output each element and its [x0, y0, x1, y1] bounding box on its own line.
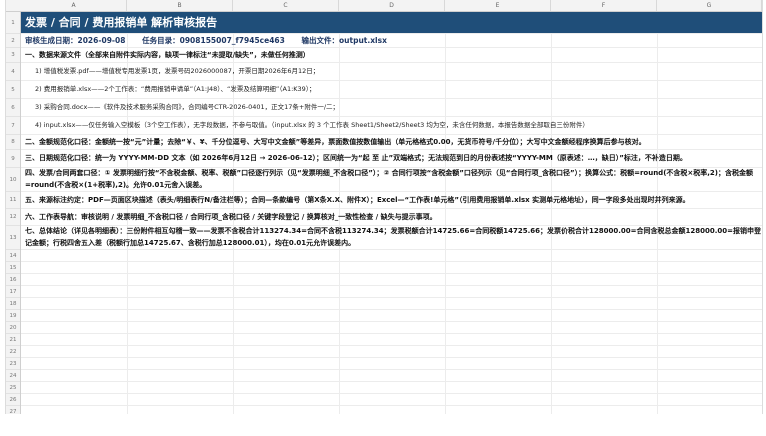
row-number[interactable]: 5	[6, 81, 20, 99]
column-header-d[interactable]: D	[339, 0, 445, 11]
section-7-conclusion[interactable]: 七、总体结论（详见各明细表）：三份附件相互勾稽一致——发票不含税合计113274…	[21, 226, 762, 249]
audit-date: 审核生成日期：2026-09-08	[25, 36, 126, 45]
row-number[interactable]: 4	[6, 63, 20, 81]
column-header-a[interactable]: A	[21, 0, 127, 11]
section-1-item-3[interactable]: 3) 采购合同.docx——《软件及技术服务采购合同》，合同编号CTR-2026…	[21, 99, 762, 116]
row-number[interactable]: 9	[6, 150, 20, 168]
section-6-sheet-navigation[interactable]: 六、工作表导航：审核说明 / 发票明细_不含税口径 / 合同行项_含税口径 / …	[21, 209, 762, 225]
row-number[interactable]: 6	[6, 99, 20, 117]
row-number[interactable]: 13	[6, 226, 20, 250]
row-number[interactable]: 15	[6, 262, 20, 274]
row-number[interactable]: 17	[6, 286, 20, 298]
column-header-g[interactable]: G	[657, 0, 762, 11]
row-number[interactable]: 22	[6, 346, 20, 358]
output-file: 输出文件：output.xlsx	[301, 36, 387, 45]
row-number[interactable]: 11	[6, 192, 20, 209]
task-directory: 任务目录：0908155007_f7945ce463	[142, 36, 285, 45]
row-number[interactable]: 14	[6, 250, 20, 262]
row-number[interactable]: 16	[6, 274, 20, 286]
column-header-bar: A B C D E F G	[6, 0, 762, 12]
row-number[interactable]: 12	[6, 209, 20, 226]
row-number[interactable]: 3	[6, 48, 20, 63]
report-title[interactable]: 发票 / 合同 / 费用报销单 解析审核报告	[21, 12, 762, 33]
column-header-c[interactable]: C	[233, 0, 339, 11]
section-2-amount-rules[interactable]: 二、金额规范化口径：金额统一按“元”计量；去除“￥、¥、千分位逗号、大写中文金额…	[21, 135, 762, 149]
row-number[interactable]: 25	[6, 382, 20, 394]
section-1-item-4[interactable]: 4) input.xlsx——仅任务输入空模板（3个空工作表），无字段数据，不参…	[21, 117, 762, 134]
row-number[interactable]: 8	[6, 135, 20, 150]
spreadsheet-sheet[interactable]: A B C D E F G 1 2 3 4 5 6 7 8 9 10 11 12 13 14 15 16 17 1…	[5, 0, 763, 415]
cell-grid[interactable]: 发票 / 合同 / 费用报销单 解析审核报告 审核生成日期：2026-09-08…	[21, 12, 762, 414]
section-5-source-rules[interactable]: 五、来源标注约定：PDF—页面区块描述（表头/明细表行N/备注栏等）；合同—条款…	[21, 192, 762, 208]
row-number[interactable]: 1	[6, 12, 20, 34]
bottom-margin	[0, 414, 766, 436]
section-3-date-rules[interactable]: 三、日期规范化口径：统一为 YYYY-MM-DD 文本（如 2026年6月12日…	[21, 150, 762, 167]
column-header-e[interactable]: E	[445, 0, 551, 11]
row-number[interactable]: 24	[6, 370, 20, 382]
row-number[interactable]: 26	[6, 394, 20, 406]
meta-row[interactable]: 审核生成日期：2026-09-08 任务目录：0908155007_f7945c…	[21, 34, 762, 47]
section-4-caliber-rules[interactable]: 四、发票/合同两套口径：① 发票明细行按“不含税金额、税率、税额”口径逐行列示（…	[21, 168, 762, 191]
row-number[interactable]: 21	[6, 334, 20, 346]
row-number[interactable]: 20	[6, 322, 20, 334]
row-header-bar: 1 2 3 4 5 6 7 8 9 10 11 12 13 14 15 16 17 18 19 20 21 22 23 24 2…	[6, 12, 21, 414]
column-header-f[interactable]: F	[551, 0, 657, 11]
section-1-item-2[interactable]: 2) 费用报销单.xlsx——2个工作表：“费用报销申请单”（A1:J48）、“…	[21, 81, 762, 98]
row-number[interactable]: 2	[6, 34, 20, 48]
row-number[interactable]: 23	[6, 358, 20, 370]
section-1-item-1[interactable]: 1) 增值税发票.pdf——增值税专用发票1页，发票号码2026000087，开…	[21, 63, 762, 80]
row-number[interactable]: 7	[6, 117, 20, 135]
row-number[interactable]: 18	[6, 298, 20, 310]
section-1-heading[interactable]: 一、数据来源文件（全部来自附件实际内容，缺项一律标注“未提取/缺失”，未做任何推…	[21, 48, 762, 62]
column-header-b[interactable]: B	[127, 0, 233, 11]
row-number[interactable]: 19	[6, 310, 20, 322]
row-number[interactable]: 10	[6, 168, 20, 192]
